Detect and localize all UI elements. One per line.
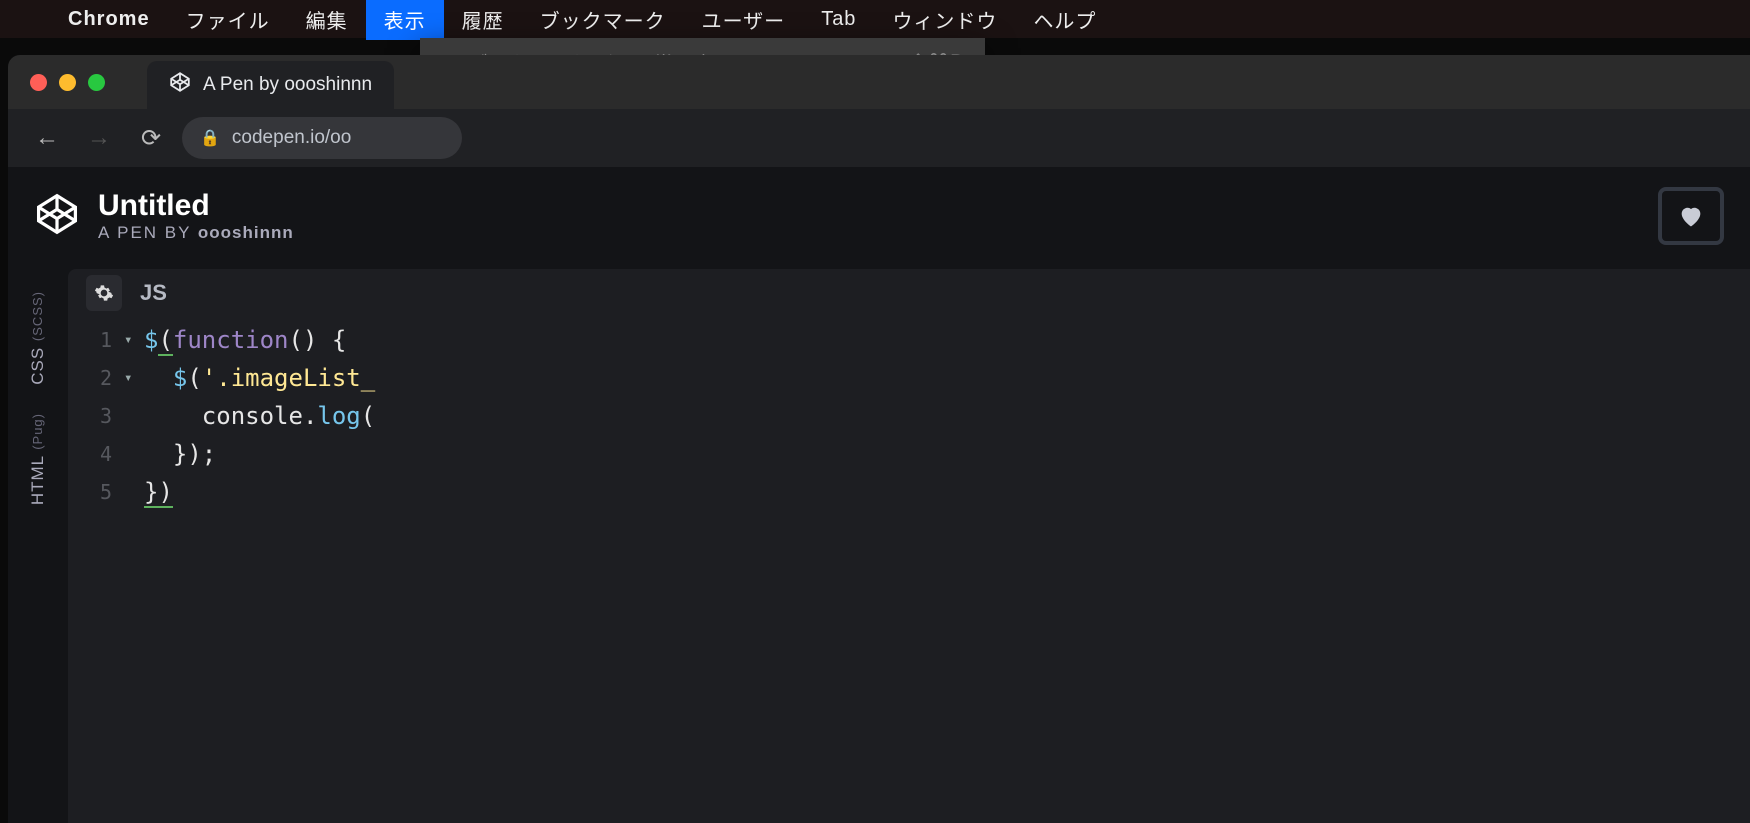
code-line: 1▾$(function() { [68, 321, 1750, 359]
pen-author[interactable]: oooshinnn [198, 223, 294, 242]
code-token: }); [144, 440, 216, 468]
menubar-item-ユーザー[interactable]: ユーザー [684, 0, 804, 40]
codepen-logo-icon[interactable] [34, 191, 80, 242]
code-line: 5}) [68, 473, 1750, 511]
code-line: 3 console.log( [68, 397, 1750, 435]
pen-subtitle: A PEN BY oooshinnn [98, 223, 294, 243]
code-editor[interactable]: 1▾$(function() {2▾ $('.imageList_3 conso… [68, 317, 1750, 515]
line-number: 3 [68, 404, 124, 428]
editor-side-tabs: CSS (SCSS)HTML (Pug) [8, 265, 68, 823]
menubar-item-tab[interactable]: Tab [803, 2, 874, 37]
code-token: { [317, 326, 346, 354]
maximize-window-button[interactable] [88, 74, 105, 91]
url-text: codepen.io/oo [232, 127, 351, 149]
fold-arrow-icon[interactable]: ▾ [124, 332, 144, 348]
line-number: 4 [68, 442, 124, 466]
line-number: 1 [68, 328, 124, 352]
code-token: console [202, 402, 303, 430]
line-number: 5 [68, 480, 124, 504]
back-button[interactable]: ← [26, 117, 68, 159]
code-token: $ [144, 326, 158, 354]
chrome-window: A Pen by oooshinnn ← → ⟳ 🔒 codepen.io/oo… [8, 55, 1750, 823]
heart-button[interactable] [1658, 187, 1724, 245]
browser-toolbar: ← → ⟳ 🔒 codepen.io/oo [8, 109, 1750, 167]
line-number: 2 [68, 366, 124, 390]
window-traffic-lights [30, 74, 105, 91]
menubar-item-履歴[interactable]: 履歴 [444, 0, 522, 40]
code-token: ( [187, 364, 201, 392]
code-token: function [173, 326, 289, 354]
forward-button[interactable]: → [78, 117, 120, 159]
fold-arrow-icon[interactable]: ▾ [124, 370, 144, 386]
menubar-item-ヘルプ[interactable]: ヘルプ [1015, 0, 1114, 40]
reload-button[interactable]: ⟳ [130, 117, 172, 159]
side-tab-css[interactable]: CSS (SCSS) [24, 277, 52, 399]
code-token: ( [361, 402, 375, 430]
menubar-item-ウィンドウ[interactable]: ウィンドウ [874, 0, 1015, 40]
editor-tab-label[interactable]: JS [140, 280, 167, 306]
code-token: $ [173, 364, 187, 392]
code-line: 2▾ $('.imageList_ [68, 359, 1750, 397]
codepen-favicon-icon [169, 71, 191, 99]
browser-tab-bar: A Pen by oooshinnn [8, 55, 1750, 109]
menubar-app-name[interactable]: Chrome [50, 2, 168, 37]
tab-title: A Pen by oooshinnn [203, 74, 372, 96]
code-token: ( [158, 326, 172, 356]
macos-menubar: Chrome ファイル編集表示履歴ブックマークユーザーTabウィンドウヘルプ [0, 0, 1750, 38]
code-token [144, 364, 173, 392]
side-tab-html[interactable]: HTML (Pug) [24, 399, 52, 519]
lock-icon: 🔒 [200, 128, 220, 148]
code-token: () [289, 326, 318, 354]
code-token [144, 402, 202, 430]
editor-area: CSS (SCSS)HTML (Pug) JS 1▾$(function() {… [8, 265, 1750, 823]
code-line: 4 }); [68, 435, 1750, 473]
editor-settings-button[interactable] [86, 275, 122, 311]
pen-title[interactable]: Untitled [98, 189, 294, 223]
code-token: log [317, 402, 360, 430]
code-token: '.imageList_ [202, 364, 375, 392]
address-bar[interactable]: 🔒 codepen.io/oo [182, 117, 462, 159]
codepen-header: Untitled A PEN BY oooshinnn [8, 167, 1750, 265]
code-token: . [303, 402, 317, 430]
menubar-item-ファイル[interactable]: ファイル [168, 0, 288, 40]
menubar-item-編集[interactable]: 編集 [288, 0, 366, 40]
js-editor-panel: JS 1▾$(function() {2▾ $('.imageList_3 co… [68, 269, 1750, 823]
browser-tab[interactable]: A Pen by oooshinnn [147, 61, 394, 109]
menubar-item-表示[interactable]: 表示 [366, 0, 444, 40]
minimize-window-button[interactable] [59, 74, 76, 91]
code-token: }) [144, 478, 173, 508]
menubar-item-ブックマーク[interactable]: ブックマーク [522, 0, 684, 40]
close-window-button[interactable] [30, 74, 47, 91]
